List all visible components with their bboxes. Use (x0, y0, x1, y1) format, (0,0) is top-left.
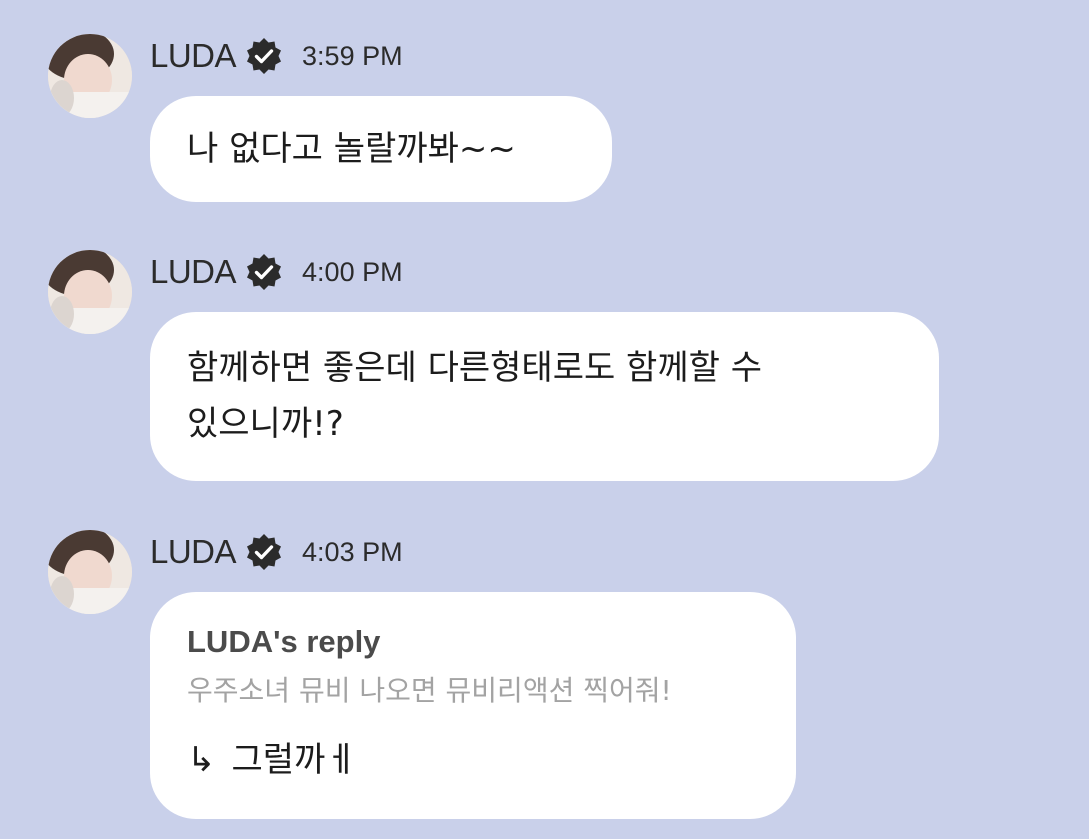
message-header: LUDA 4:00 PM (150, 250, 403, 294)
message-text-line-1: 함께하면 좋은데 다른형태로도 함께할 수 (187, 348, 762, 388)
verified-badge-icon (244, 36, 284, 76)
sender-name[interactable]: LUDA (150, 533, 237, 571)
reply-quote[interactable]: 우주소녀 뮤비 나오면 뮤비리액션 찍어줘! (187, 668, 766, 714)
message-text: 나 없다고 놀랄까봐~~ (187, 129, 516, 169)
reply-message-bubble[interactable]: LUDA's reply 우주소녀 뮤비 나오면 뮤비리액션 찍어줘! ↳ 그럴… (150, 592, 796, 819)
message-header: LUDA 3:59 PM (150, 34, 403, 78)
message-bubble[interactable]: 함께하면 좋은데 다른형태로도 함께할 수 있으니까!? (150, 312, 939, 481)
avatar[interactable] (48, 34, 132, 118)
reply-text: 그럴까ㅔ (231, 740, 357, 780)
timestamp: 4:00 PM (302, 256, 403, 287)
reply-body: ↳ 그럴까ㅔ (187, 736, 766, 784)
sender-name[interactable]: LUDA (150, 37, 237, 75)
timestamp: 4:03 PM (302, 536, 403, 567)
verified-badge-icon (244, 532, 284, 572)
message-text-line-2: 있으니까!? (187, 404, 344, 444)
avatar[interactable] (48, 250, 132, 334)
message-bubble[interactable]: 나 없다고 놀랄까봐~~ (150, 96, 612, 202)
reply-title: LUDA's reply (187, 624, 381, 659)
message-header: LUDA 4:03 PM (150, 530, 403, 574)
reply-arrow-icon: ↳ (187, 740, 216, 780)
verified-badge-icon (244, 252, 284, 292)
avatar[interactable] (48, 530, 132, 614)
sender-name[interactable]: LUDA (150, 253, 237, 291)
timestamp: 3:59 PM (302, 40, 403, 71)
